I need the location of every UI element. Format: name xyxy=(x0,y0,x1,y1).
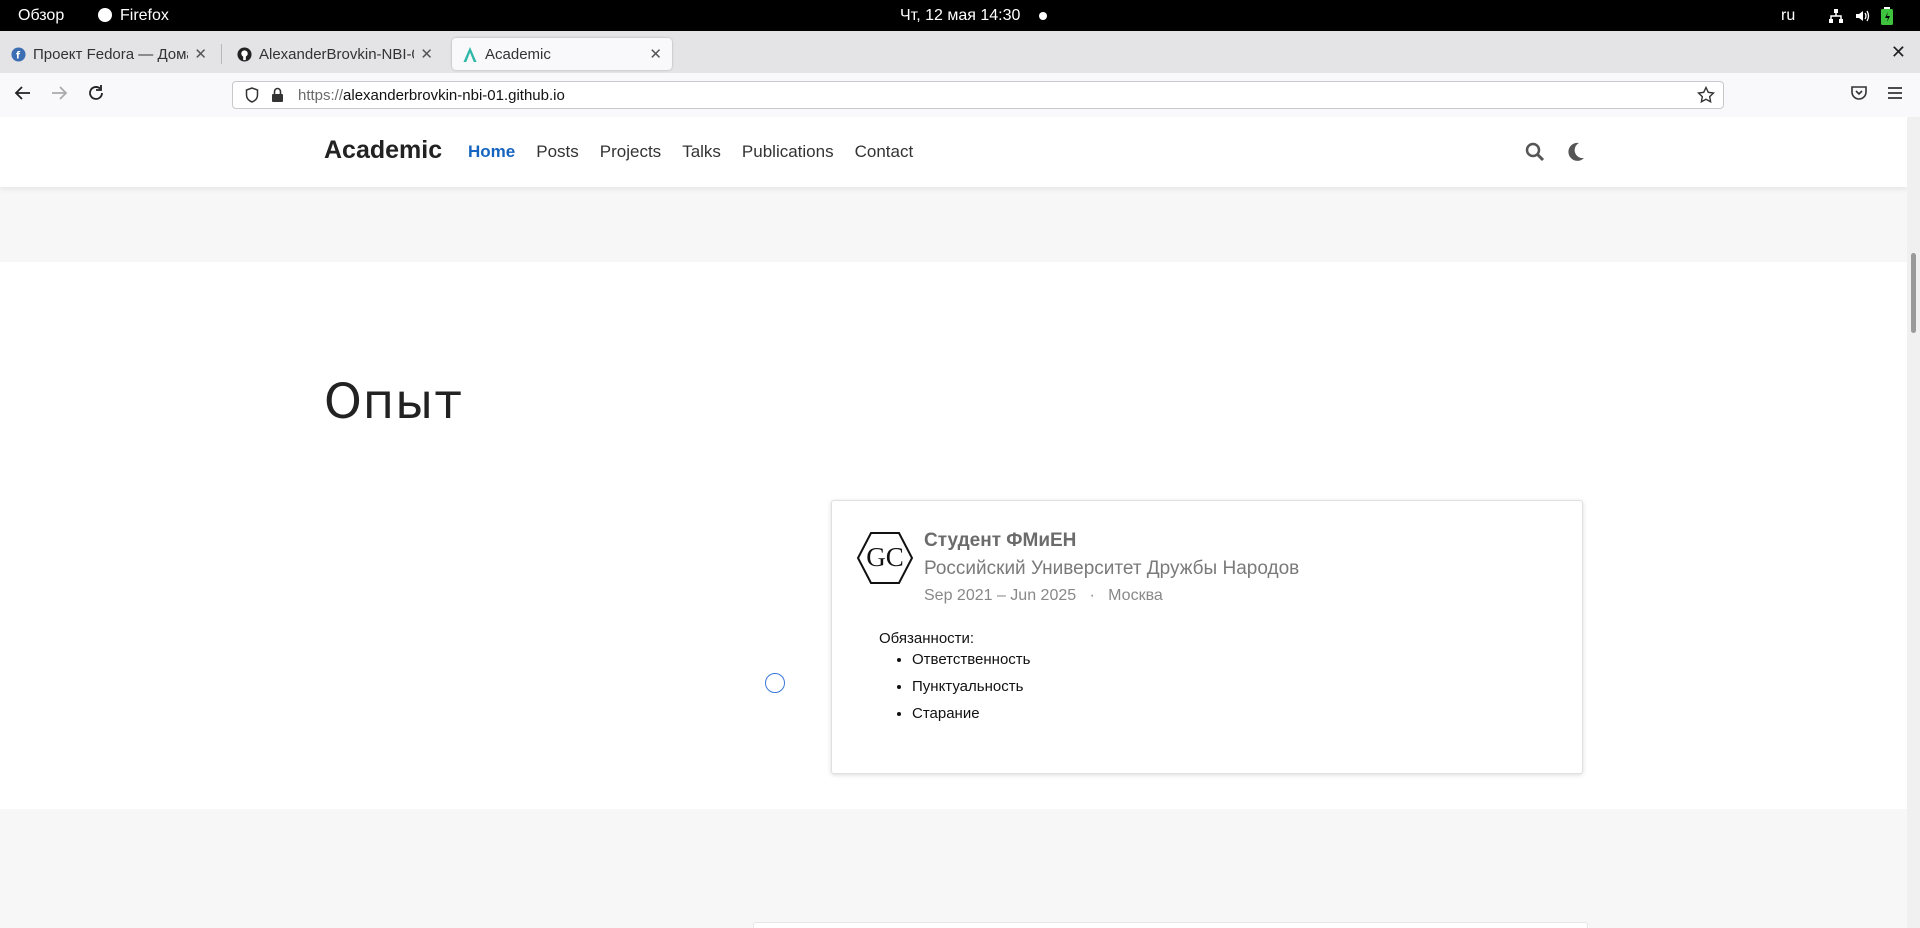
organization-name: Российский Университет Дружбы Народов xyxy=(924,558,1300,579)
navigation-toolbar: https://alexanderbrovkin-nbi-01.github.i… xyxy=(0,73,1920,118)
menu-icon[interactable] xyxy=(1886,84,1904,102)
volume-icon xyxy=(1856,10,1870,21)
nav-talks[interactable]: Talks xyxy=(682,142,721,162)
window-close-icon[interactable]: ✕ xyxy=(1891,42,1906,63)
url-text: https://alexanderbrovkin-nbi-01.github.i… xyxy=(298,87,565,104)
keyboard-layout[interactable]: ru xyxy=(1781,0,1795,31)
tab-fedora[interactable]: f Проект Fedora — Домашняя страница ✕ xyxy=(0,38,217,70)
site-menu: Home Posts Projects Talks Publications C… xyxy=(468,142,934,162)
system-tray[interactable] xyxy=(1828,0,1894,31)
pocket-icon[interactable] xyxy=(1850,84,1868,102)
firefox-icon xyxy=(98,8,112,22)
fedora-icon: f xyxy=(10,46,26,62)
job-dates: Sep 2021 – Jun 2025 xyxy=(924,587,1077,604)
tab-title: Проект Fedora — Домашняя страница xyxy=(33,45,188,63)
reload-icon[interactable] xyxy=(87,84,105,102)
job-meta: Sep 2021 – Jun 2025 · Москва xyxy=(924,587,1163,605)
app-name: Firefox xyxy=(120,7,169,24)
list-item: Ответственность xyxy=(912,646,1031,673)
experience-section: Опыт GC Студент ФМиЕН Российский Универс… xyxy=(0,262,1907,809)
tab-github[interactable]: AlexanderBrovkin-NBI-01 ✕ xyxy=(226,38,443,70)
bookmark-star-icon[interactable] xyxy=(1697,86,1715,104)
next-section-card xyxy=(753,922,1588,928)
scrollbar-thumb[interactable] xyxy=(1911,253,1916,333)
nav-publications[interactable]: Publications xyxy=(742,142,834,162)
job-title: Студент ФМиЕН xyxy=(924,530,1077,551)
nav-contact[interactable]: Contact xyxy=(855,142,914,162)
tab-strip: f Проект Fedora — Домашняя страница ✕ Al… xyxy=(0,31,1920,93)
back-icon[interactable] xyxy=(14,84,32,102)
tab-academic[interactable]: Academic ✕ xyxy=(452,38,672,70)
notification-dot xyxy=(1039,12,1047,20)
nav-projects[interactable]: Projects xyxy=(600,142,661,162)
github-icon xyxy=(236,46,252,62)
address-bar[interactable]: https://alexanderbrovkin-nbi-01.github.i… xyxy=(232,81,1724,109)
battery-icon xyxy=(1881,6,1893,25)
duties-label: Обязанности: xyxy=(879,630,975,647)
app-menu[interactable]: Firefox xyxy=(98,0,169,31)
forward-icon[interactable] xyxy=(50,84,68,102)
duties-list: Ответственность Пунктуальность Старание xyxy=(872,646,1031,727)
nav-home[interactable]: Home xyxy=(468,142,515,162)
organization-logo: GC xyxy=(856,532,914,584)
site-brand[interactable]: Academic xyxy=(324,136,442,165)
tab-title: Academic xyxy=(485,45,551,63)
mouse-cursor xyxy=(765,673,785,693)
logo-text: GC xyxy=(866,542,904,572)
url-protocol: https:// xyxy=(298,86,344,104)
clock[interactable]: Чт, 12 мая 14:30 xyxy=(900,0,1020,31)
network-icon xyxy=(1829,8,1843,23)
site-navbar: Academic Home Posts Projects Talks Publi… xyxy=(0,117,1907,187)
section-heading: Опыт xyxy=(324,374,464,430)
lock-icon[interactable] xyxy=(271,87,284,103)
activities-button[interactable]: Обзор xyxy=(18,0,64,31)
tab-title: AlexanderBrovkin-NBI-01 xyxy=(259,45,415,63)
tracking-protection-icon[interactable] xyxy=(245,87,259,103)
close-tab-icon[interactable]: ✕ xyxy=(649,45,662,63)
close-tab-icon[interactable]: ✕ xyxy=(194,45,207,63)
page-viewport: Academic Home Posts Projects Talks Publi… xyxy=(0,117,1907,928)
nav-posts[interactable]: Posts xyxy=(536,142,579,162)
search-icon[interactable] xyxy=(1525,142,1545,162)
page-scrollbar[interactable] xyxy=(1907,117,1920,928)
list-item: Старание xyxy=(912,700,1031,727)
experience-card: GC Студент ФМиЕН Российский Университет … xyxy=(831,500,1583,774)
close-tab-icon[interactable]: ✕ xyxy=(420,45,433,63)
meta-separator: · xyxy=(1089,587,1095,604)
system-top-bar: Обзор Firefox Чт, 12 мая 14:30 ru xyxy=(0,0,1920,31)
url-host: alexanderbrovkin-nbi-01.github.io xyxy=(343,86,565,104)
job-location: Москва xyxy=(1108,587,1163,604)
list-item: Пунктуальность xyxy=(912,673,1031,700)
site-nav-icons xyxy=(1525,142,1585,162)
dark-mode-moon-icon[interactable] xyxy=(1567,142,1585,162)
academic-icon xyxy=(462,46,478,62)
